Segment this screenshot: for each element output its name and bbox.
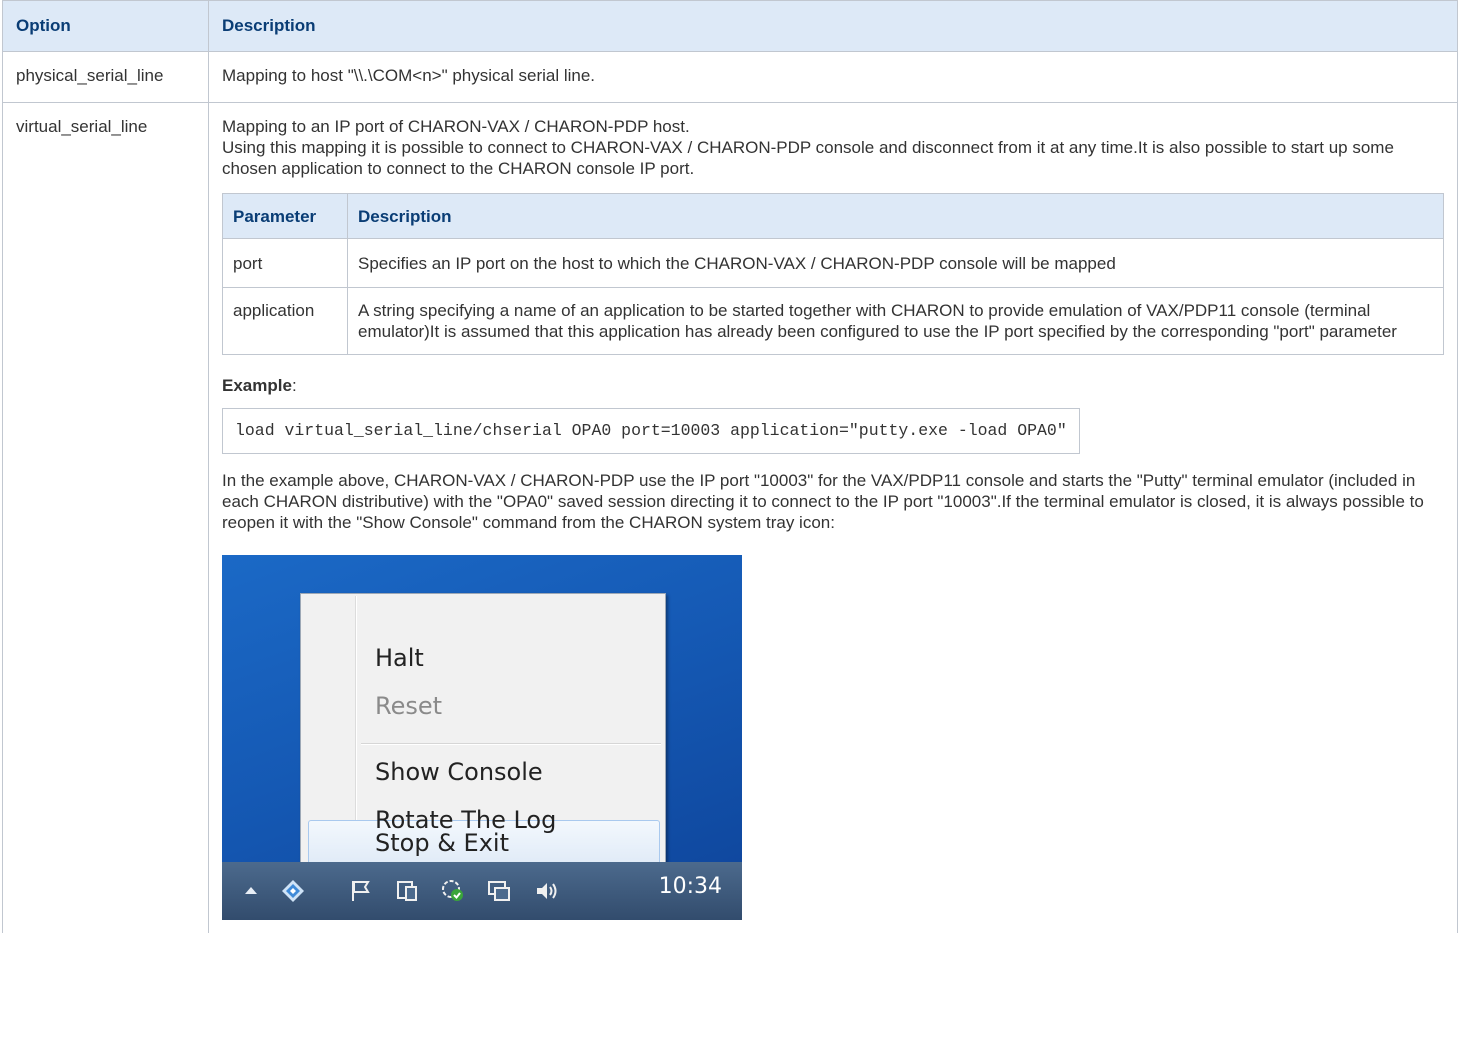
header-description: Description xyxy=(208,0,1458,52)
menu-item-halt[interactable]: Halt xyxy=(375,638,424,678)
table-row: application A string specifying a name o… xyxy=(222,287,1444,355)
header-parameter-description: Description xyxy=(347,193,1444,239)
parameter-table: Parameter Description port Specifies an … xyxy=(222,193,1444,355)
parameter-description: Specifies an IP port on the host to whic… xyxy=(347,238,1444,288)
code-block: load virtual_serial_line/chserial OPA0 p… xyxy=(222,408,1080,454)
options-header-row: Option Description xyxy=(2,0,1458,52)
network-device-icon[interactable] xyxy=(394,878,420,904)
table-row: virtual_serial_line Mapping to an IP por… xyxy=(2,102,1458,933)
taskbar-clock[interactable]: 10:34 xyxy=(659,876,722,898)
charon-icon[interactable] xyxy=(280,878,306,904)
example-label-suffix: : xyxy=(291,376,297,395)
table-row: port Specifies an IP port on the host to… xyxy=(222,238,1444,288)
example-heading: Example: xyxy=(222,375,1444,396)
option-description-line: Mapping to an IP port of CHARON-VAX / CH… xyxy=(222,117,690,136)
menu-item-reset: Reset xyxy=(375,692,443,720)
parameter-description: A string specifying a name of an applica… xyxy=(347,287,1444,355)
security-shield-icon[interactable] xyxy=(440,878,466,904)
menu-item-show-console[interactable]: Show Console xyxy=(375,752,543,792)
parameter-name: port xyxy=(222,238,348,288)
network-icon[interactable] xyxy=(486,878,512,904)
options-table: Option Description physical_serial_line … xyxy=(2,0,1458,933)
flag-icon[interactable] xyxy=(348,878,374,904)
parameter-header-row: Parameter Description xyxy=(222,193,1444,239)
option-description: Mapping to host "\\.\COM<n>" physical se… xyxy=(208,51,1458,103)
table-row: physical_serial_line Mapping to host "\\… xyxy=(2,51,1458,103)
taskbar: 10:34 xyxy=(222,862,742,920)
tray-context-menu: Halt Reset Show Console Rotate The Log S… xyxy=(300,593,666,877)
show-hidden-icon[interactable] xyxy=(238,878,264,904)
option-name: virtual_serial_line xyxy=(2,102,209,933)
code-block-wrapper: load virtual_serial_line/chserial OPA0 p… xyxy=(222,396,1444,470)
speaker-icon[interactable] xyxy=(534,878,560,904)
header-parameter: Parameter xyxy=(222,193,348,239)
option-description-line: Using this mapping it is possible to con… xyxy=(222,138,1394,178)
menu-item-stop-exit[interactable]: Stop & Exit xyxy=(375,823,509,863)
header-option: Option xyxy=(2,0,209,52)
parameter-name: application xyxy=(222,287,348,355)
menu-separator xyxy=(361,743,661,745)
option-description-cell: Mapping to an IP port of CHARON-VAX / CH… xyxy=(208,102,1458,933)
tray-menu-screenshot: Halt Reset Show Console Rotate The Log S… xyxy=(222,555,742,920)
example-explanation: In the example above, CHARON-VAX / CHARO… xyxy=(222,471,1424,532)
option-name: physical_serial_line xyxy=(2,51,209,103)
example-label: Example xyxy=(222,376,292,395)
